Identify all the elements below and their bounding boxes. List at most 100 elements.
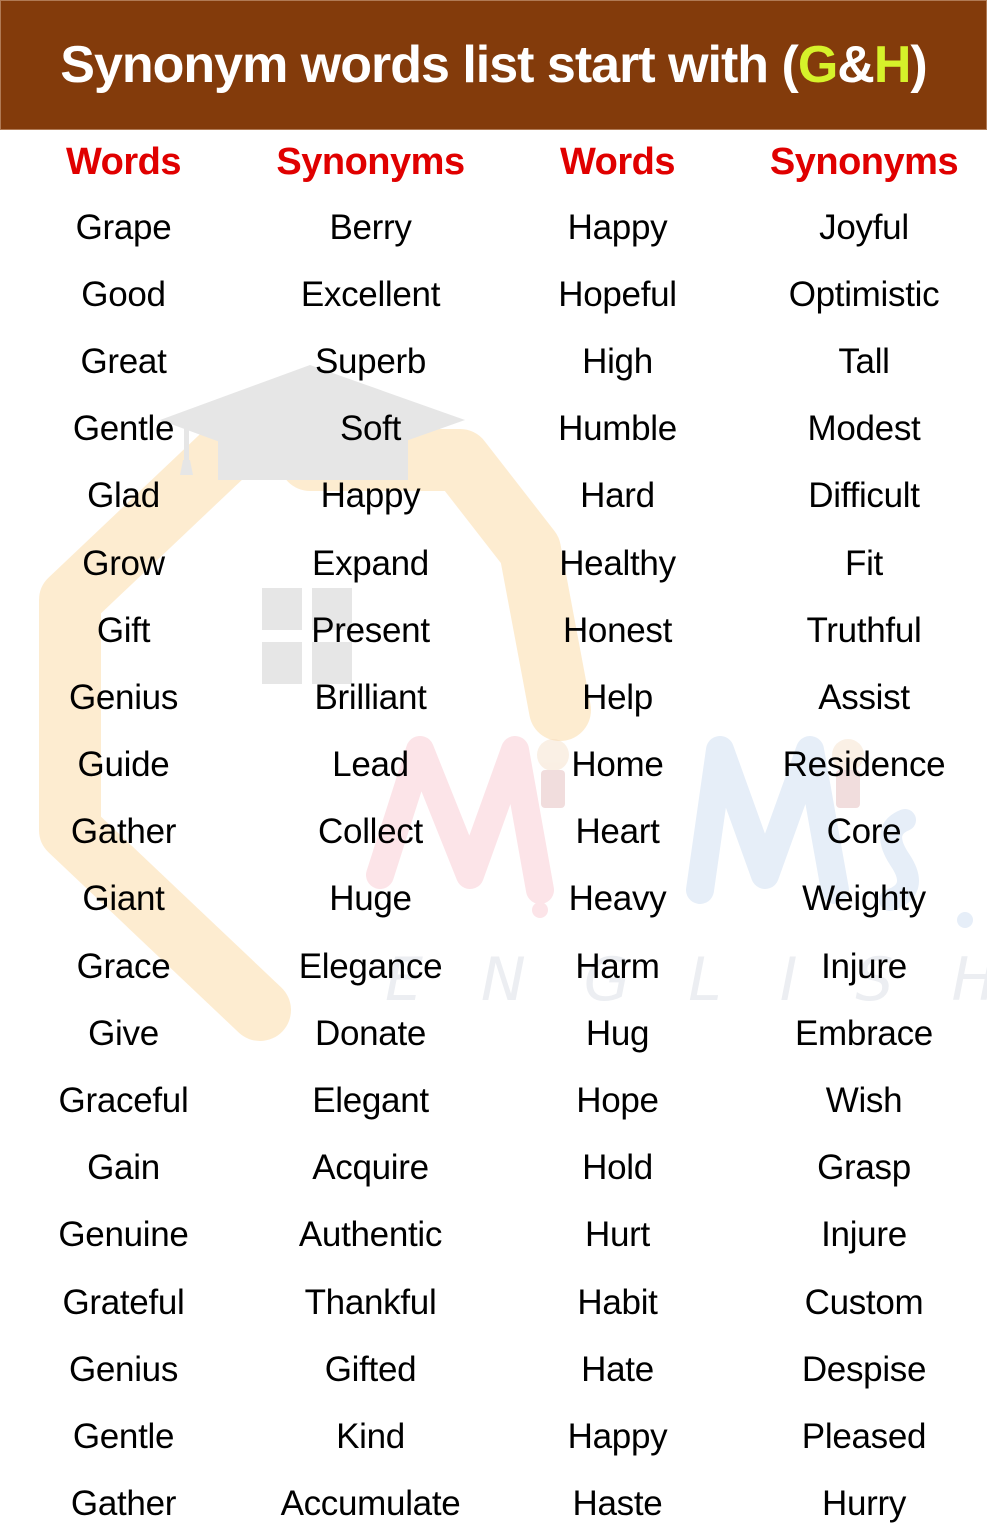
- table-row: Good Excellent Hopeful Optimistic: [0, 261, 987, 328]
- h-word-cell: Harm: [575, 946, 660, 986]
- g-synonym-cell: Brilliant: [314, 677, 427, 717]
- g-synonym-cell: Thankful: [304, 1282, 437, 1322]
- table-row: Grow Expand Healthy Fit: [0, 530, 987, 597]
- column-header-words: Words: [559, 140, 676, 183]
- h-synonym-cell: Despise: [801, 1349, 927, 1389]
- h-synonym-cell: Fit: [845, 543, 883, 583]
- g-word-cell: Gather: [70, 812, 177, 852]
- h-synonym-cell: Injure: [821, 946, 907, 986]
- column-header-synonyms: Synonyms: [769, 140, 959, 183]
- g-synonym-cell: Kind: [336, 1416, 405, 1456]
- synonyms-table: Words Synonyms Words Synonyms Grape Berry…: [0, 130, 987, 1538]
- g-word-cell: Genius: [68, 1349, 179, 1389]
- h-synonym-cell: Optimistic: [788, 274, 940, 314]
- g-word-cell: Grape: [75, 207, 172, 247]
- page-title: Synonym words list start with (G&H): [60, 35, 927, 95]
- table-row: Genius Brilliant Help Assist: [0, 664, 987, 731]
- g-synonym-cell: Acquire: [312, 1148, 429, 1188]
- h-synonym-cell: Assist: [818, 677, 910, 717]
- h-synonym-cell: Pleased: [801, 1416, 927, 1456]
- g-word-cell: Gentle: [72, 1416, 175, 1456]
- g-synonym-cell: Accumulate: [280, 1484, 461, 1524]
- table-row: Gain Acquire Hold Grasp: [0, 1135, 987, 1202]
- h-word-cell: Hate: [581, 1349, 654, 1389]
- table-row: Grace Elegance Harm Injure: [0, 933, 987, 1000]
- g-synonym-cell: Gifted: [324, 1349, 417, 1389]
- h-synonym-cell: Truthful: [806, 610, 922, 650]
- h-word-cell: Habit: [577, 1282, 658, 1322]
- h-synonym-cell: Custom: [804, 1282, 924, 1322]
- g-synonym-cell: Lead: [332, 745, 409, 785]
- table-row: Give Donate Hug Embrace: [0, 1000, 987, 1067]
- table-row: Great Superb High Tall: [0, 328, 987, 395]
- h-word-cell: Honest: [562, 610, 673, 650]
- h-synonym-cell: Weighty: [802, 879, 926, 919]
- g-word-cell: Give: [88, 1013, 159, 1053]
- g-word-cell: Gentle: [72, 409, 175, 449]
- table-row: Grateful Thankful Habit Custom: [0, 1269, 987, 1336]
- h-word-cell: High: [582, 341, 653, 381]
- g-word-cell: Gather: [70, 1484, 177, 1524]
- table-row: Graceful Elegant Hope Wish: [0, 1067, 987, 1134]
- g-word-cell: Giant: [82, 879, 165, 919]
- h-word-cell: Humble: [558, 409, 677, 449]
- g-synonym-cell: Collect: [318, 812, 423, 852]
- table-row: Guide Lead Home Residence: [0, 732, 987, 799]
- g-synonym-cell: Berry: [329, 207, 412, 247]
- h-word-cell: Home: [571, 745, 664, 785]
- h-synonym-cell: Core: [826, 812, 902, 852]
- table-header-row: Words Synonyms Words Synonyms: [0, 130, 987, 194]
- h-synonym-cell: Residence: [782, 745, 946, 785]
- g-synonym-cell: Superb: [314, 341, 427, 381]
- h-synonym-cell: Hurry: [821, 1484, 907, 1524]
- h-word-cell: Hurt: [585, 1215, 650, 1255]
- g-synonym-cell: Donate: [314, 1013, 427, 1053]
- g-synonym-cell: Present: [311, 610, 430, 650]
- g-synonym-cell: Expand: [312, 543, 429, 583]
- h-word-cell: Hope: [576, 1081, 659, 1121]
- table-row: Gather Collect Heart Core: [0, 799, 987, 866]
- title-prefix: Synonym words list start with (: [60, 36, 799, 94]
- g-word-cell: Great: [80, 341, 167, 381]
- g-word-cell: Genuine: [58, 1215, 189, 1255]
- g-word-cell: Graceful: [58, 1081, 189, 1121]
- h-word-cell: Happy: [567, 1416, 668, 1456]
- h-synonym-cell: Joyful: [819, 207, 909, 247]
- h-synonym-cell: Injure: [821, 1215, 907, 1255]
- g-synonym-cell: Excellent: [300, 274, 441, 314]
- h-word-cell: Healthy: [559, 543, 676, 583]
- table-row: Gift Present Honest Truthful: [0, 597, 987, 664]
- g-word-cell: Grateful: [62, 1282, 185, 1322]
- title-banner: Synonym words list start with (G&H): [0, 0, 987, 130]
- table-row: Glad Happy Hard Difficult: [0, 463, 987, 530]
- h-word-cell: Hopeful: [558, 274, 677, 314]
- h-synonym-cell: Difficult: [808, 476, 920, 516]
- column-header-synonyms: Synonyms: [276, 140, 465, 183]
- h-word-cell: Haste: [572, 1484, 663, 1524]
- table-row: Giant Huge Heavy Weighty: [0, 866, 987, 933]
- h-synonym-cell: Grasp: [817, 1148, 911, 1188]
- g-synonym-cell: Happy: [320, 476, 421, 516]
- g-word-cell: Grace: [76, 946, 171, 986]
- h-word-cell: Hard: [580, 476, 655, 516]
- g-word-cell: Good: [81, 274, 166, 314]
- column-header-words: Words: [65, 140, 182, 183]
- title-ampersand: &: [837, 36, 875, 94]
- g-word-cell: Gain: [87, 1148, 160, 1188]
- g-synonym-cell: Huge: [329, 879, 412, 919]
- h-synonym-cell: Tall: [838, 341, 890, 381]
- h-word-cell: Hold: [582, 1148, 653, 1188]
- g-synonym-cell: Elegance: [298, 946, 443, 986]
- title-letter-h: H: [873, 36, 912, 94]
- g-word-cell: Gift: [96, 610, 151, 650]
- h-synonym-cell: Modest: [807, 409, 921, 449]
- table-row: Gather Accumulate Haste Hurry: [0, 1471, 987, 1538]
- h-word-cell: Hug: [585, 1013, 650, 1053]
- g-word-cell: Glad: [87, 476, 160, 516]
- h-synonym-cell: Embrace: [795, 1013, 933, 1053]
- g-synonym-cell: Elegant: [312, 1081, 429, 1121]
- g-word-cell: Grow: [82, 543, 165, 583]
- table-row: Genius Gifted Hate Despise: [0, 1336, 987, 1403]
- g-synonym-cell: Soft: [339, 409, 402, 449]
- g-word-cell: Genius: [68, 677, 179, 717]
